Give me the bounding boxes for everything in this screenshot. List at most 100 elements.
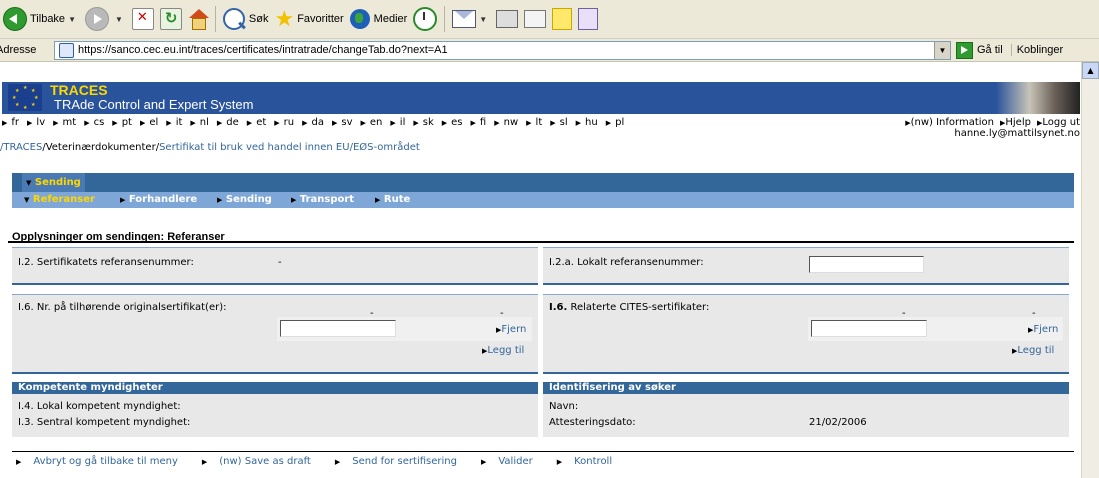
breadcrumb-level1: Veterinærdokumenter [45, 142, 156, 153]
action-link[interactable]: ▶ Avbryt og gå tilbake til meny [16, 456, 190, 467]
action-label: Send for sertifisering [352, 456, 457, 467]
actions-divider [12, 451, 1074, 452]
language-code: lt [535, 117, 543, 128]
url-input[interactable]: https://sanco.cec.eu.int/traces/certific… [54, 40, 951, 60]
language-link-il[interactable]: ▶ il [390, 117, 409, 128]
language-link-de[interactable]: ▶ de [217, 117, 243, 128]
language-link-sl[interactable]: ▶ sl [550, 117, 571, 128]
add-link[interactable]: ▶Legg til [482, 345, 524, 356]
media-label: Medier [373, 13, 408, 25]
chevron-down-icon[interactable]: ▼ [934, 41, 950, 59]
subtab-forhandlere[interactable]: ▶ Forhandlere [120, 192, 197, 208]
cites-label: I.6. Relaterte CITES-sertifikater: [549, 302, 709, 313]
language-link-fi[interactable]: ▶ fi [471, 117, 491, 128]
subtab-referanser[interactable]: ▼ Referanser [24, 192, 95, 208]
subtab-sending[interactable]: ▶ Sending [217, 192, 272, 208]
print-button[interactable] [493, 4, 521, 34]
language-link-lv[interactable]: ▶ lv [27, 117, 49, 128]
triangle-right-icon: ▶ [16, 458, 22, 466]
breadcrumb-root[interactable]: /TRACES [0, 142, 42, 153]
tab-sending[interactable]: ▼ Sending [22, 173, 85, 192]
triangle-down-icon: ▼ [26, 179, 32, 187]
language-link-sk[interactable]: ▶ sk [413, 117, 437, 128]
action-link[interactable]: ▶ (nw) Save as draft [202, 456, 323, 467]
chevron-down-icon[interactable]: ▼ [479, 15, 487, 24]
language-code: da [311, 117, 324, 128]
language-link-el[interactable]: ▶ el [140, 117, 162, 128]
subtab-transport[interactable]: ▶ Transport [291, 192, 354, 208]
refresh-icon[interactable] [159, 8, 182, 30]
subtab-label: Transport [299, 194, 355, 205]
language-link-fr[interactable]: ▶ fr [2, 117, 23, 128]
triangle-right-icon: ▶ [302, 119, 308, 127]
language-link-nw[interactable]: ▶ nw [494, 117, 522, 128]
language-link-ru[interactable]: ▶ ru [274, 117, 298, 128]
top-link[interactable]: ▶(nw) Information [905, 117, 994, 128]
subtab-rute[interactable]: ▶ Rute [375, 192, 410, 208]
triangle-right-icon: ▶ [550, 119, 556, 127]
triangle-right-icon: ▶ [216, 119, 223, 127]
forward-button[interactable]: ▼ [82, 4, 129, 34]
original-certificate-input[interactable] [280, 320, 396, 337]
i2a-label: I.2.a. Lokalt referansenummer: [549, 257, 704, 268]
triangle-right-icon: ▶ [27, 119, 33, 127]
language-link-pl[interactable]: ▶ pl [606, 117, 629, 128]
edit-icon [524, 10, 547, 28]
triangle-right-icon: ▶ [494, 119, 500, 127]
language-link-hu[interactable]: ▶ hu [576, 117, 602, 128]
europe-map-image [996, 82, 1080, 114]
go-button[interactable]: Gå til [956, 41, 1003, 59]
action-link[interactable]: ▶ Send for sertifisering [335, 456, 469, 467]
language-link-lt[interactable]: ▶ lt [526, 117, 546, 128]
search-button[interactable]: Søk [220, 4, 272, 34]
breadcrumb-level2[interactable]: Sertifikat til bruk ved handel innen EU/… [159, 142, 420, 153]
top-link-label: Logg ut [1042, 117, 1080, 128]
history-button[interactable] [410, 4, 440, 34]
remove-link[interactable]: ▶Fjern [496, 324, 526, 335]
favorites-button[interactable]: ★ Favoritter [271, 4, 346, 34]
notes-button[interactable] [549, 4, 575, 34]
media-icon [349, 9, 370, 29]
language-link-pt[interactable]: ▶ pt [112, 117, 136, 128]
action-link[interactable]: ▶ Kontroll [557, 456, 624, 467]
go-label: Gå til [977, 44, 1003, 56]
language-link-sv[interactable]: ▶ sv [332, 117, 357, 128]
back-button[interactable]: Tilbake ▼ [0, 4, 82, 34]
edit-button[interactable] [521, 4, 549, 34]
top-link[interactable]: ▶Logg ut [1037, 117, 1080, 128]
language-link-mt[interactable]: ▶ mt [53, 117, 80, 128]
language-link-es[interactable]: ▶ es [442, 117, 467, 128]
local-reference-input[interactable] [809, 256, 924, 273]
language-link-it[interactable]: ▶ it [166, 117, 186, 128]
home-icon[interactable] [188, 9, 209, 30]
cites-certificate-input[interactable] [811, 320, 927, 337]
language-code: ru [283, 117, 295, 128]
mail-icon [452, 10, 477, 28]
stop-icon[interactable] [131, 8, 154, 30]
language-code: fi [479, 117, 487, 128]
user-email: hanne.ly@mattilsynet.no [954, 128, 1080, 139]
media-button[interactable]: Medier [347, 4, 411, 34]
language-link-nl[interactable]: ▶ nl [190, 117, 213, 128]
chevron-down-icon[interactable]: ▼ [115, 15, 123, 24]
language-link-da[interactable]: ▶ da [302, 117, 328, 128]
mail-button[interactable]: ▼ [449, 4, 493, 34]
add-label: Legg til [1017, 345, 1055, 356]
top-link[interactable]: ▶Hjelp [1000, 117, 1031, 128]
action-link[interactable]: ▶ Valider [481, 456, 545, 467]
chevron-down-icon[interactable]: ▼ [68, 15, 76, 24]
links-button[interactable]: Koblinger [1010, 44, 1063, 56]
language-link-cs[interactable]: ▶ cs [84, 117, 108, 128]
triangle-right-icon: ▶ [375, 196, 381, 204]
scroll-up-icon[interactable]: ▲ [1082, 62, 1099, 79]
favorites-label: Favoritter [297, 13, 344, 25]
vertical-scrollbar[interactable]: ▲ [1081, 62, 1099, 478]
subtab-label: Rute [383, 194, 411, 205]
language-code: cs [93, 117, 105, 128]
language-link-et[interactable]: ▶ et [247, 117, 270, 128]
language-link-en[interactable]: ▶ en [361, 117, 387, 128]
remove-link[interactable]: ▶Fjern [1028, 324, 1058, 335]
add-link[interactable]: ▶Legg til [1012, 345, 1054, 356]
messenger-button[interactable] [575, 4, 601, 34]
browser-toolbar: Tilbake ▼ ▼ Søk ★ Favoritter Medier ▼ [0, 0, 1099, 39]
